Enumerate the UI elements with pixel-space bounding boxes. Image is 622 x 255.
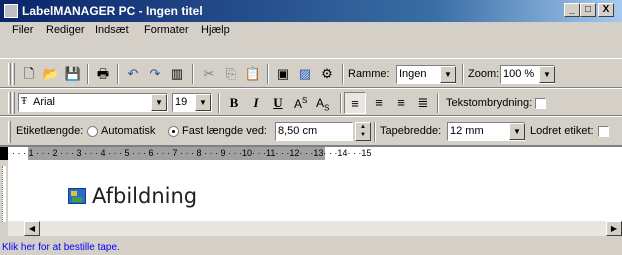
menu-indsaet[interactable]: Indsæt — [95, 24, 129, 36]
automatic-radio[interactable] — [87, 126, 98, 137]
close-button[interactable]: X — [598, 3, 614, 17]
fixed-length-label[interactable]: Fast længde ved: — [182, 125, 267, 137]
label-length-label: Etiketlængde: — [16, 125, 84, 137]
toolbar-separator — [117, 64, 119, 84]
copy-icon[interactable]: ⎘ — [220, 63, 242, 85]
menu-bar: Filer Rediger Indsæt Formater Hjælp — [0, 22, 622, 39]
toolbar-separator — [342, 64, 344, 84]
barcode-icon[interactable]: ▥ — [166, 63, 188, 85]
subscript-mark: S — [324, 103, 330, 113]
toolbar-grip[interactable] — [8, 92, 11, 114]
frame-label: Ramme: — [348, 68, 390, 80]
menu-formater[interactable]: Formater — [144, 24, 189, 36]
scroll-right-icon[interactable]: ▶ — [606, 221, 622, 236]
main-toolbar: 🗋 📂 💾 🖶 ↶ ↷ ▥ ✂ ⎘ 📋 ▣ ▨ ⚙ Ramme: Ingen ▼… — [0, 58, 622, 88]
text-wrap-checkbox[interactable] — [535, 98, 546, 109]
toolbar-grip[interactable] — [12, 92, 15, 114]
toolbar-separator — [192, 64, 194, 84]
toolbar-separator — [267, 64, 269, 84]
sun-shape — [71, 191, 77, 196]
text-wrap-label: Tekstombrydning: — [446, 97, 533, 109]
cut-icon[interactable]: ✂ — [198, 63, 220, 85]
label-canvas[interactable]: Afbildning — [8, 160, 622, 220]
subscript-base: A — [316, 96, 325, 110]
toolbar-separator — [462, 64, 464, 84]
title-bar: LabelMANAGER PC - Ingen titel _ □ X — [0, 0, 622, 22]
truetype-icon: Ŧ — [21, 96, 28, 107]
menu-filer[interactable]: Filer — [12, 24, 33, 36]
align-left-icon[interactable]: ≡ — [344, 92, 366, 114]
align-center-icon[interactable]: ≡ — [368, 92, 390, 114]
preview-icon[interactable]: ▣ — [272, 63, 294, 85]
toolbar-separator — [218, 93, 220, 113]
menu-hjaelp[interactable]: Hjælp — [201, 24, 230, 36]
toolbar-grip[interactable] — [8, 121, 11, 143]
toolbar-separator — [374, 122, 376, 142]
save-icon[interactable]: 💾 — [62, 63, 84, 85]
status-bar: Klik her for at bestille tape. — [0, 240, 622, 255]
chevron-down-icon[interactable]: ▼ — [509, 123, 525, 140]
app-icon — [4, 4, 18, 18]
paste-icon[interactable]: 📋 — [242, 63, 264, 85]
ruler-ticks: · · · 1 · · · 2 · · · 3 · · · 4 · · · 5 … — [12, 148, 372, 158]
minimize-button[interactable]: _ — [564, 3, 580, 17]
image-icon[interactable]: ▨ — [294, 63, 316, 85]
hill-shape — [72, 197, 82, 202]
menu-rediger[interactable]: Rediger — [46, 24, 85, 36]
fixed-length-radio[interactable] — [168, 126, 179, 137]
window-title: LabelMANAGER PC - Ingen titel — [22, 4, 203, 18]
horizontal-scrollbar[interactable]: ◀ ▶ — [8, 220, 622, 236]
superscript-mark: S — [302, 96, 308, 105]
tape-width-label: Tapebredde: — [380, 125, 442, 137]
zoom-label: Zoom: — [468, 68, 500, 80]
vertical-ruler — [2, 166, 6, 222]
automatic-label[interactable]: Automatisk — [101, 125, 155, 137]
scroll-left-icon[interactable]: ◀ — [24, 221, 40, 236]
order-tape-link[interactable]: Klik her for at bestille tape. — [2, 240, 120, 255]
toolbar-separator — [340, 93, 342, 113]
undo-icon[interactable]: ↶ — [122, 63, 144, 85]
toolbar-separator — [437, 93, 439, 113]
italic-button[interactable]: I — [245, 92, 267, 114]
ruler: · · · 1 · · · 2 · · · 3 · · · 4 · · · 5 … — [0, 146, 622, 160]
format-toolbar: Arial Ŧ ▼ 19 ▼ B I U AS AS ≡ ≡ ≡ ≣ Tekst… — [0, 88, 622, 116]
open-icon[interactable]: 📂 — [40, 63, 62, 85]
chevron-down-icon[interactable]: ▼ — [440, 66, 456, 83]
chevron-down-icon[interactable]: ▼ — [195, 94, 211, 111]
print-icon[interactable]: 🖶 — [92, 63, 114, 85]
length-spinner[interactable]: ▲ ▼ — [355, 122, 371, 141]
image-caption[interactable]: Afbildning — [92, 184, 197, 208]
redo-icon[interactable]: ↷ — [144, 63, 166, 85]
superscript-base: A — [294, 97, 303, 111]
align-justify-icon[interactable]: ≣ — [412, 92, 434, 114]
bold-button[interactable]: B — [223, 92, 245, 114]
toolbar-separator — [87, 64, 89, 84]
ruler-corner — [0, 147, 8, 160]
picture-icon — [68, 188, 86, 204]
fixed-length-input[interactable]: 8,50 cm — [275, 122, 353, 141]
superscript-button[interactable]: AS — [294, 96, 307, 111]
maximize-button[interactable]: □ — [580, 3, 596, 17]
vertical-label-checkbox[interactable] — [598, 126, 609, 137]
chevron-down-icon[interactable]: ▼ — [151, 94, 167, 111]
new-icon[interactable]: 🗋 — [18, 63, 40, 85]
symbols-icon[interactable]: ⚙ — [316, 63, 338, 85]
font-select[interactable]: Arial — [18, 93, 168, 112]
toolbar-grip[interactable] — [8, 63, 11, 85]
label-toolbar: Etiketlængde: Automatisk Fast længde ved… — [0, 116, 622, 146]
toolbar-grip[interactable] — [12, 63, 15, 85]
underline-button[interactable]: U — [267, 92, 289, 114]
left-margin-bar — [0, 160, 8, 236]
vertical-label-label: Lodret etiket: — [530, 125, 594, 137]
align-right-icon[interactable]: ≡ — [390, 92, 412, 114]
subscript-button[interactable]: AS — [316, 96, 329, 112]
chevron-down-icon[interactable]: ▼ — [539, 66, 555, 83]
